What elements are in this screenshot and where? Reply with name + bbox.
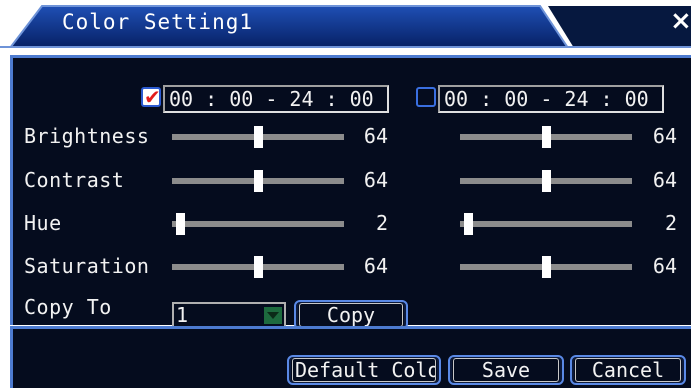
contrast-slider-2-thumb[interactable]: [542, 170, 551, 192]
schedule-2-checkbox[interactable]: [416, 87, 436, 107]
copy-to-selected-value: 1: [176, 303, 189, 327]
hue-slider-2[interactable]: [460, 221, 632, 227]
brightness-slider-1-thumb[interactable]: [254, 126, 263, 148]
brightness-slider-2-thumb[interactable]: [542, 126, 551, 148]
contrast-slider-1-thumb[interactable]: [254, 170, 263, 192]
cancel-button[interactable]: Cancel: [570, 355, 686, 385]
copy-to-label: Copy To: [24, 295, 112, 319]
close-icon[interactable]: ×: [670, 6, 691, 36]
saturation-value-1: 64: [363, 254, 388, 278]
color-setting-dialog: Color Setting1 × ✔ 00 : 00 - 24 : 00 00 …: [0, 0, 691, 388]
save-button[interactable]: Save: [448, 355, 564, 385]
schedule-1-checkbox[interactable]: ✔: [141, 85, 161, 109]
saturation-value-2: 64: [652, 254, 677, 278]
hue-slider-1-thumb[interactable]: [176, 213, 185, 235]
hue-label: Hue: [24, 211, 62, 235]
contrast-label: Contrast: [24, 168, 125, 192]
save-button-label: Save: [453, 358, 559, 382]
contrast-value-2: 64: [652, 168, 677, 192]
brightness-value-2: 64: [652, 124, 677, 148]
saturation-slider-1-thumb[interactable]: [254, 256, 263, 278]
hue-slider-1[interactable]: [172, 221, 344, 227]
saturation-slider-2-thumb[interactable]: [542, 256, 551, 278]
title-bar: Color Setting1 ×: [0, 0, 691, 48]
check-icon: ✔: [144, 85, 161, 109]
brightness-value-1: 64: [363, 124, 388, 148]
copy-to-select[interactable]: 1: [172, 302, 286, 328]
dialog-title: Color Setting1: [62, 10, 254, 34]
saturation-label: Saturation: [24, 254, 150, 278]
contrast-value-1: 64: [363, 168, 388, 192]
schedule-1-time-field[interactable]: 00 : 00 - 24 : 00: [163, 85, 389, 113]
copy-button-label: Copy: [299, 303, 403, 327]
hue-value-2: 2: [664, 211, 677, 235]
hue-value-1: 2: [375, 211, 388, 235]
brightness-label: Brightness: [24, 124, 150, 148]
schedule-2-time-field[interactable]: 00 : 00 - 24 : 00: [438, 85, 664, 113]
chevron-down-icon[interactable]: [264, 307, 282, 324]
default-color-button[interactable]: Default Colo: [287, 355, 441, 385]
default-color-button-label: Default Colo: [292, 358, 436, 382]
hue-slider-2-thumb[interactable]: [464, 213, 473, 235]
cancel-button-label: Cancel: [575, 358, 681, 382]
